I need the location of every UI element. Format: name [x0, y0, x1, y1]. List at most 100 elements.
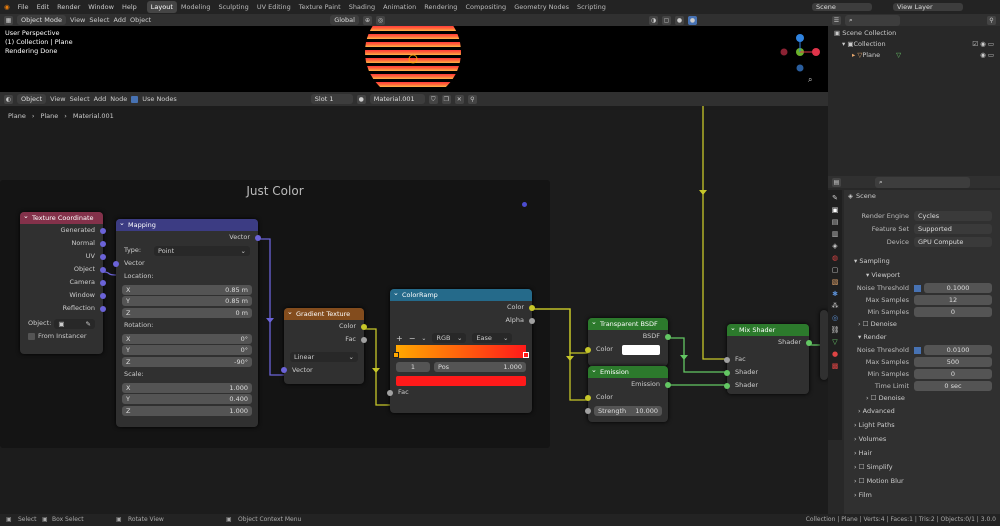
panel-film[interactable]: › Film: [844, 489, 1000, 502]
socket-output[interactable]: [806, 339, 812, 346]
rotation-z-field[interactable]: Z -90°: [122, 356, 252, 367]
node-emission[interactable]: Emission Emission Color Strength10.000: [585, 364, 671, 422]
noise-threshold-checkbox[interactable]: [914, 284, 921, 292]
render-engine-dropdown[interactable]: Cycles: [914, 211, 992, 221]
node-header[interactable]: ColorRamp: [390, 287, 532, 301]
object-tab-icon[interactable]: ▧: [832, 278, 839, 286]
node-mapping[interactable]: Mapping Vector Type: Point⌄ Vector Locat…: [113, 217, 261, 427]
node-header[interactable]: Texture Coordinate: [20, 210, 103, 224]
time-limit-field[interactable]: 0 sec: [914, 381, 992, 391]
socket-input[interactable]: [724, 382, 730, 389]
node-gradient-texture[interactable]: Gradient Texture Color Fac Linear⌄ Vecto…: [281, 306, 367, 384]
socket-input[interactable]: [113, 260, 119, 267]
vp-max-samples-field[interactable]: 12: [914, 295, 992, 305]
scale-y-field[interactable]: Y 0.400: [122, 394, 252, 404]
location-y-field[interactable]: Y 0.85 m: [122, 296, 252, 306]
device-dropdown[interactable]: GPU Compute: [914, 237, 992, 247]
socket-output[interactable]: [100, 305, 106, 312]
feature-set-dropdown[interactable]: Supported: [914, 224, 992, 234]
panel-hair[interactable]: › Hair: [844, 447, 1000, 460]
subpanel-denoise-2[interactable]: › ☐ Denoise: [844, 392, 1000, 405]
socket-output[interactable]: [100, 292, 106, 299]
socket-output[interactable]: [361, 336, 367, 343]
stop-index-field[interactable]: 1: [396, 362, 430, 372]
node-transparent-bsdf[interactable]: Transparent BSDF BSDF Color: [585, 316, 671, 366]
scene-tab-icon[interactable]: ◈: [832, 242, 837, 250]
panel-volumes[interactable]: › Volumes: [844, 433, 1000, 446]
interpolation-dropdown[interactable]: Ease ⌄: [472, 333, 513, 343]
vp-noise-threshold-field[interactable]: 0.1000: [924, 283, 992, 293]
material-tab-icon[interactable]: ●: [832, 350, 838, 358]
outliner-scene-collection[interactable]: ▣ Scene Collection: [834, 28, 994, 39]
from-instancer-checkbox[interactable]: [28, 333, 35, 340]
socket-output[interactable]: [100, 240, 106, 247]
world-tab-icon[interactable]: ◍: [832, 254, 838, 262]
subpanel-advanced[interactable]: › Advanced: [844, 405, 1000, 418]
properties-search-icon[interactable]: ⌕: [875, 176, 970, 188]
vp-min-samples-field[interactable]: 0: [914, 307, 992, 317]
properties-editor-icon[interactable]: ▤: [832, 177, 841, 187]
socket-output[interactable]: [100, 266, 106, 273]
outliner-editor-icon[interactable]: ☰: [832, 15, 841, 25]
rotation-x-field[interactable]: X 0°: [122, 333, 252, 344]
socket-input[interactable]: [724, 369, 730, 376]
outliner-collection[interactable]: ▾ ▣ Collection ☑ ◉ ▭: [834, 39, 994, 50]
texture-tab-icon[interactable]: ▩: [832, 362, 839, 370]
color-stop-handle[interactable]: [393, 352, 399, 358]
mapping-type-dropdown[interactable]: Point ⌄: [154, 245, 250, 256]
render-tab-icon[interactable]: ▣: [832, 206, 839, 214]
socket-output[interactable]: [665, 381, 671, 388]
node-header[interactable]: Mapping: [116, 217, 258, 231]
node-header[interactable]: Transparent BSDF: [588, 316, 668, 330]
add-stop-button[interactable]: +: [396, 334, 403, 343]
color-ramp-gradient[interactable]: [393, 345, 529, 358]
stop-position-field[interactable]: Pos 1.000: [434, 362, 526, 372]
socket-output[interactable]: [100, 253, 106, 260]
r-noise-threshold-checkbox[interactable]: [914, 346, 921, 354]
subpanel-render[interactable]: ▾ Render: [844, 331, 1000, 344]
socket-input[interactable]: [585, 407, 591, 414]
scale-z-field[interactable]: Z 1.000: [122, 405, 252, 416]
panel-sampling[interactable]: ▾ Sampling: [844, 255, 1000, 268]
outliner-plane[interactable]: ▸ ▽ Plane ▽ ◉ ▭: [834, 50, 994, 61]
location-x-field[interactable]: X 0.85 m: [122, 284, 252, 295]
node-header[interactable]: Emission: [588, 364, 668, 378]
socket-output[interactable]: [100, 227, 106, 234]
data-tab-icon[interactable]: ▽: [832, 338, 837, 346]
gradient-type-dropdown[interactable]: Linear ⌄: [290, 352, 358, 362]
socket-output[interactable]: [255, 234, 261, 241]
output-tab-icon[interactable]: ▤: [832, 218, 839, 226]
modifier-tab-icon[interactable]: ✱: [832, 290, 838, 298]
view-layer-tab-icon[interactable]: ▥: [832, 230, 839, 238]
color-stop-handle-active[interactable]: [523, 352, 529, 358]
r-max-samples-field[interactable]: 500: [914, 357, 992, 367]
socket-output[interactable]: [100, 279, 106, 286]
socket-output[interactable]: [529, 317, 535, 324]
node-mix-shader[interactable]: Mix Shader Shader Fac Shader Shader: [724, 322, 812, 394]
socket-output[interactable]: [665, 333, 671, 340]
node-texture-coordinate[interactable]: Texture Coordinate Generated Normal UV O…: [20, 210, 106, 354]
color-mode-dropdown[interactable]: RGB ⌄: [432, 333, 467, 343]
node-header[interactable]: Mix Shader: [727, 322, 809, 336]
rotation-y-field[interactable]: Y 0°: [122, 345, 252, 355]
r-min-samples-field[interactable]: 0: [914, 369, 992, 379]
socket-input[interactable]: [387, 389, 393, 396]
panel-light-paths[interactable]: › Light Paths: [844, 419, 1000, 432]
object-picker[interactable]: ▣ ✎: [54, 318, 95, 329]
node-material-output-partial[interactable]: [820, 310, 828, 380]
node-header[interactable]: Gradient Texture: [284, 306, 364, 320]
remove-stop-button[interactable]: −: [409, 334, 416, 343]
outliner-search-icon[interactable]: ⌕: [845, 14, 900, 26]
physics-tab-icon[interactable]: ◎: [832, 314, 838, 322]
tool-tab-icon[interactable]: ✎: [832, 194, 838, 202]
node-colorramp[interactable]: ColorRamp Color Alpha + − ⌄ RGB⌄ Ease⌄ 1…: [387, 287, 535, 413]
chevron-down-icon[interactable]: ⌄: [421, 335, 426, 342]
strength-field[interactable]: Strength 10.000: [585, 405, 662, 416]
r-noise-threshold-field[interactable]: 0.0100: [924, 345, 992, 355]
location-z-field[interactable]: Z0 m: [122, 307, 252, 318]
socket-input[interactable]: [585, 346, 591, 353]
collection-tab-icon[interactable]: ▢: [832, 266, 839, 274]
stop-color-swatch[interactable]: [396, 376, 526, 386]
socket-input[interactable]: [585, 394, 591, 401]
socket-output[interactable]: [529, 304, 535, 311]
